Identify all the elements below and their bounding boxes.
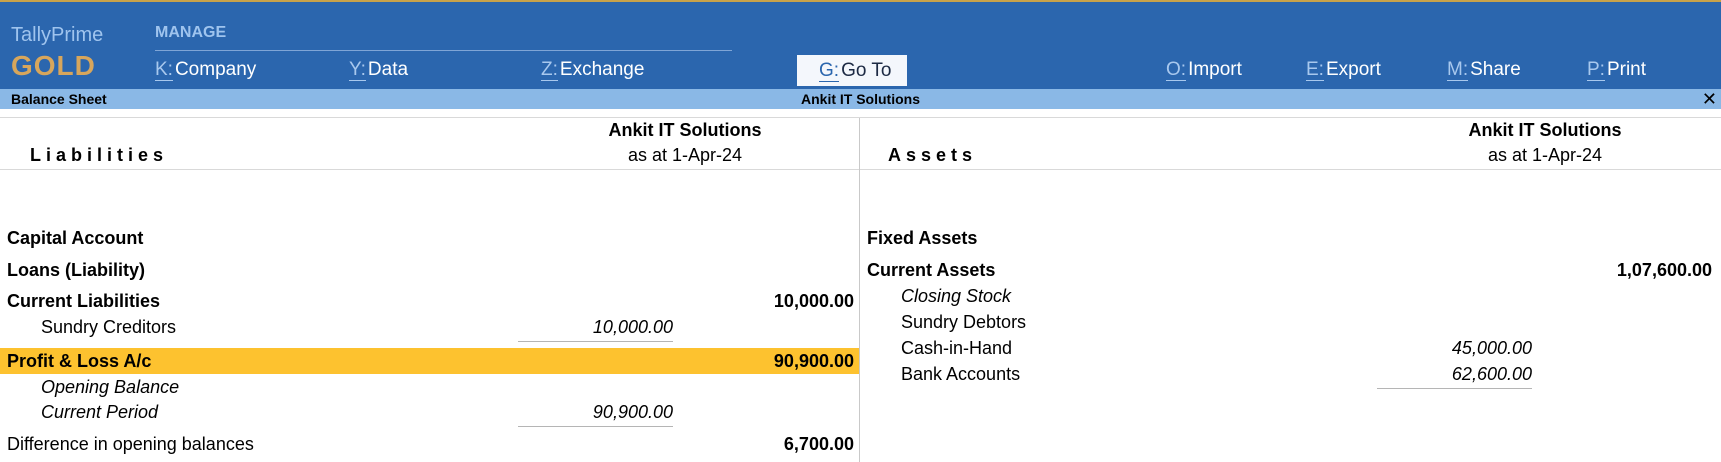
menu-label-print: Print — [1606, 59, 1647, 80]
menu-label-go-to: Go To — [841, 60, 892, 81]
ledger-row-current-assets[interactable]: Current Assets 1,07,600.00 — [867, 257, 1717, 283]
menu-key-print: P: — [1587, 59, 1605, 81]
ledger-row-profit-loss[interactable]: Profit & Loss A/c 90,900.00 — [7, 348, 857, 374]
subtotal-rule — [518, 341, 673, 342]
ledger-row-current-period[interactable]: Current Period 90,900.00 — [41, 399, 857, 425]
liabilities-date-header: as at 1-Apr-24 — [627, 145, 743, 165]
report-title: Balance Sheet — [11, 91, 107, 107]
menu-exchange[interactable]: Z: Exchange — [541, 57, 644, 83]
app-name: TallyPrime — [11, 24, 104, 46]
row-label: Current Period — [41, 402, 159, 422]
manage-divider — [155, 50, 732, 51]
ledger-row-cash-in-hand[interactable]: Cash-in-Hand 45,000.00 — [901, 335, 1717, 361]
row-label: Current Liabilities — [7, 291, 161, 311]
row-label: Bank Accounts — [901, 364, 1021, 384]
ledger-row-sundry-debtors[interactable]: Sundry Debtors — [901, 309, 1717, 335]
top-menu-bar: TallyPrime GOLD MANAGE K: Company Y: Data … — [0, 0, 1721, 89]
row-amount: 10,000.00 — [773, 291, 854, 311]
menu-key-export: E: — [1306, 59, 1324, 81]
ledger-row-opening-balance[interactable]: Opening Balance — [41, 374, 857, 400]
row-label: Sundry Debtors — [901, 312, 1027, 332]
menu-key-go-to: G: — [819, 60, 840, 82]
report-title-bar: Ankit IT Solutions Balance Sheet ✕ — [0, 89, 1721, 109]
menu-label-share: Share — [1470, 59, 1521, 80]
ledger-row-fixed-assets[interactable]: Fixed Assets — [867, 225, 1717, 251]
menu-key-share: M: — [1447, 59, 1469, 81]
row-sub-amount: 62,600.00 — [1451, 364, 1532, 384]
menu-label-export: Export — [1325, 59, 1381, 80]
app-edition: GOLD — [11, 50, 96, 81]
ledger-row-bank-accounts[interactable]: Bank Accounts 62,600.00 — [901, 361, 1717, 387]
row-label: Current Assets — [867, 260, 996, 280]
row-label: Cash-in-Hand — [901, 338, 1013, 358]
row-label: Opening Balance — [41, 377, 180, 397]
menu-label-data: Data — [367, 59, 409, 80]
ledger-row-closing-stock[interactable]: Closing Stock — [901, 283, 1717, 309]
header-top-rule — [0, 117, 1721, 118]
row-sub-amount: 10,000.00 — [592, 317, 673, 337]
menu-share[interactable]: M: Share — [1447, 57, 1521, 83]
close-icon[interactable]: ✕ — [1702, 89, 1717, 109]
menu-key-company: K: — [155, 59, 173, 81]
ledger-row-capital-account[interactable]: Capital Account — [7, 225, 857, 251]
menu-export[interactable]: E: Export — [1306, 57, 1381, 83]
manage-section-label: MANAGE — [155, 24, 227, 41]
menu-company[interactable]: K: Company — [155, 57, 256, 83]
menu-label-company: Company — [174, 59, 257, 80]
row-label: Difference in opening balances — [7, 434, 254, 454]
header-bottom-rule — [0, 169, 1721, 170]
menu-label-import: Import — [1188, 59, 1242, 80]
row-label: Capital Account — [7, 228, 144, 248]
assets-heading: Assets — [888, 145, 978, 165]
title-company-name: Ankit IT Solutions — [801, 91, 920, 107]
menu-key-data: Y: — [349, 59, 366, 81]
liabilities-heading: Liabilities — [30, 145, 169, 165]
menu-key-import: O: — [1166, 59, 1187, 81]
menu-import[interactable]: O: Import — [1166, 57, 1242, 83]
menu-key-exchange: Z: — [541, 59, 558, 81]
ledger-row-loans-liability[interactable]: Loans (Liability) — [7, 257, 857, 283]
liabilities-company-header: Ankit IT Solutions — [608, 120, 762, 140]
row-sub-amount: 45,000.00 — [1451, 338, 1532, 358]
row-amount: 1,07,600.00 — [1616, 260, 1712, 280]
menu-label-exchange: Exchange — [559, 59, 645, 80]
menu-data[interactable]: Y: Data — [349, 57, 408, 83]
subtotal-rule — [518, 426, 673, 427]
menu-go-to[interactable]: G: Go To — [797, 55, 908, 86]
ledger-row-sundry-creditors[interactable]: Sundry Creditors 10,000.00 — [41, 314, 857, 340]
row-label: Profit & Loss A/c — [7, 351, 152, 371]
row-amount: 90,900.00 — [773, 351, 854, 371]
menu-print[interactable]: P: Print — [1587, 57, 1646, 83]
row-amount: 6,700.00 — [783, 434, 854, 454]
assets-company-header: Ankit IT Solutions — [1468, 120, 1622, 140]
row-sub-amount: 90,900.00 — [592, 402, 673, 422]
row-label: Fixed Assets — [867, 228, 978, 248]
ledger-row-current-liabilities[interactable]: Current Liabilities 10,000.00 — [7, 288, 857, 314]
assets-date-header: as at 1-Apr-24 — [1487, 145, 1603, 165]
row-label: Loans (Liability) — [7, 260, 146, 280]
ledger-row-difference-opening[interactable]: Difference in opening balances 6,700.00 — [7, 431, 857, 457]
row-label: Sundry Creditors — [41, 317, 177, 337]
subtotal-rule — [1377, 388, 1532, 389]
column-divider — [859, 118, 860, 462]
row-label: Closing Stock — [901, 286, 1012, 306]
